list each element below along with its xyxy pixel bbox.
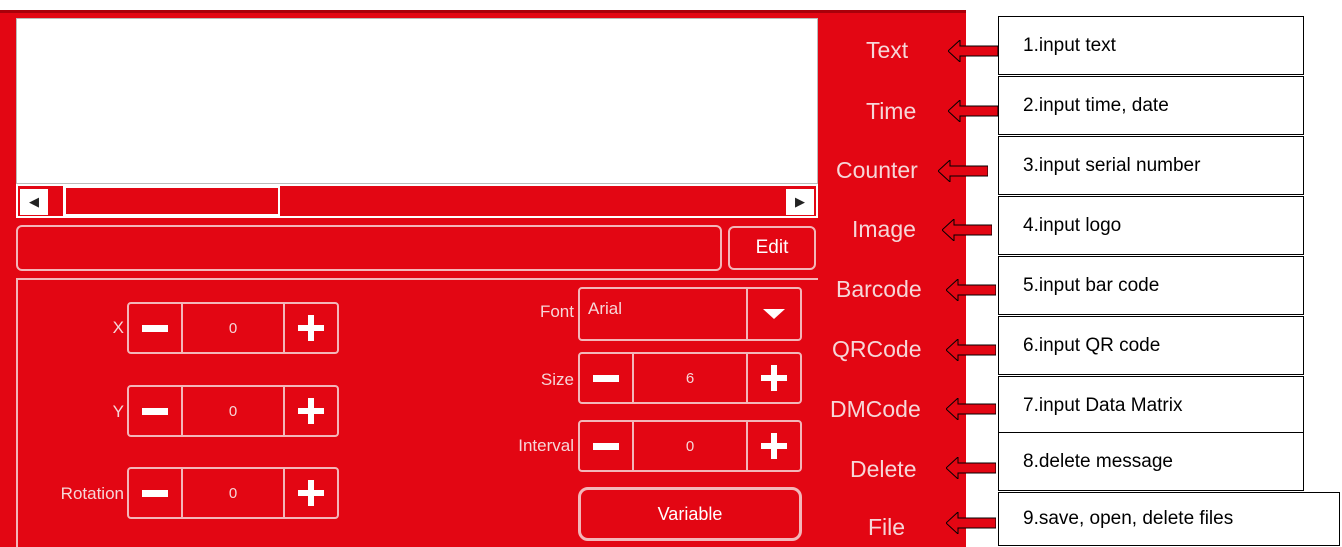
x-increment-button[interactable]: [285, 304, 337, 352]
left-arrow-icon: [946, 398, 996, 420]
interval-decrement-button[interactable]: [580, 422, 632, 470]
rotation-stepper: 0: [127, 467, 339, 519]
annotation-barcode: 5.input bar code: [998, 256, 1304, 315]
left-arrow-icon: [946, 512, 996, 534]
edit-button[interactable]: Edit: [728, 226, 816, 270]
size-stepper: 6: [578, 352, 802, 404]
message-preview-canvas[interactable]: [16, 18, 818, 184]
scroll-thumb[interactable]: [63, 186, 280, 216]
interval-increment-button[interactable]: [748, 422, 800, 470]
left-arrow-icon: ◀: [29, 194, 39, 209]
size-value[interactable]: 6: [632, 354, 748, 402]
annotation-time: 2.input time, date: [998, 76, 1304, 135]
annotation-counter: 3.input serial number: [998, 136, 1304, 195]
left-arrow-icon: [942, 219, 992, 241]
scroll-left-button[interactable]: ◀: [20, 189, 48, 215]
y-increment-button[interactable]: [285, 387, 337, 435]
rotation-decrement-button[interactable]: [129, 469, 181, 517]
menu-file[interactable]: File: [868, 514, 905, 541]
text-content-field[interactable]: [16, 225, 722, 271]
y-label: Y: [112, 402, 124, 421]
horizontal-scrollbar[interactable]: ◀ ▶: [16, 184, 818, 218]
annotation-image: 4.input logo: [998, 196, 1304, 255]
annotation-qrcode: 6.input QR code: [998, 316, 1304, 375]
variable-button[interactable]: Variable: [578, 487, 802, 541]
font-dropdown[interactable]: Arial: [578, 287, 802, 341]
menu-barcode[interactable]: Barcode: [836, 276, 922, 303]
left-arrow-icon: [946, 457, 996, 479]
rotation-label: Rotation: [60, 484, 124, 503]
interval-stepper: 0: [578, 420, 802, 472]
menu-time[interactable]: Time: [866, 98, 916, 125]
x-stepper: 0: [127, 302, 339, 354]
menu-delete[interactable]: Delete: [850, 456, 916, 483]
size-decrement-button[interactable]: [580, 354, 632, 402]
right-arrow-icon: ▶: [795, 194, 805, 209]
left-arrow-icon: [946, 279, 996, 301]
interval-value[interactable]: 0: [632, 422, 748, 470]
left-arrow-icon: [948, 40, 998, 62]
scroll-right-button[interactable]: ▶: [786, 189, 814, 215]
rotation-value[interactable]: 0: [181, 469, 285, 517]
y-decrement-button[interactable]: [129, 387, 181, 435]
panel-top-border: [0, 10, 966, 13]
x-value[interactable]: 0: [181, 304, 285, 352]
annotation-file: 9.save, open, delete files: [998, 492, 1340, 546]
annotation-dmcode: 7.input Data Matrix: [998, 376, 1304, 435]
annotation-text: 1.input text: [998, 16, 1304, 75]
y-value[interactable]: 0: [181, 387, 285, 435]
font-label: Font: [539, 302, 574, 321]
dropdown-arrow-icon[interactable]: [748, 289, 800, 339]
annotation-delete: 8.delete message: [998, 432, 1304, 491]
size-label: Size: [540, 370, 574, 389]
left-arrow-icon: [948, 100, 998, 122]
x-decrement-button[interactable]: [129, 304, 181, 352]
interval-label: Interval: [518, 436, 574, 455]
left-arrow-icon: [938, 160, 988, 182]
menu-counter[interactable]: Counter: [836, 157, 918, 184]
menu-text[interactable]: Text: [866, 37, 908, 64]
x-label: X: [112, 318, 124, 337]
menu-dmcode[interactable]: DMCode: [830, 396, 921, 423]
size-increment-button[interactable]: [748, 354, 800, 402]
left-arrow-icon: [946, 339, 996, 361]
menu-qrcode[interactable]: QRCode: [832, 336, 921, 363]
rotation-increment-button[interactable]: [285, 469, 337, 517]
menu-image[interactable]: Image: [852, 216, 916, 243]
font-selected-value: Arial: [580, 289, 748, 339]
y-stepper: 0: [127, 385, 339, 437]
